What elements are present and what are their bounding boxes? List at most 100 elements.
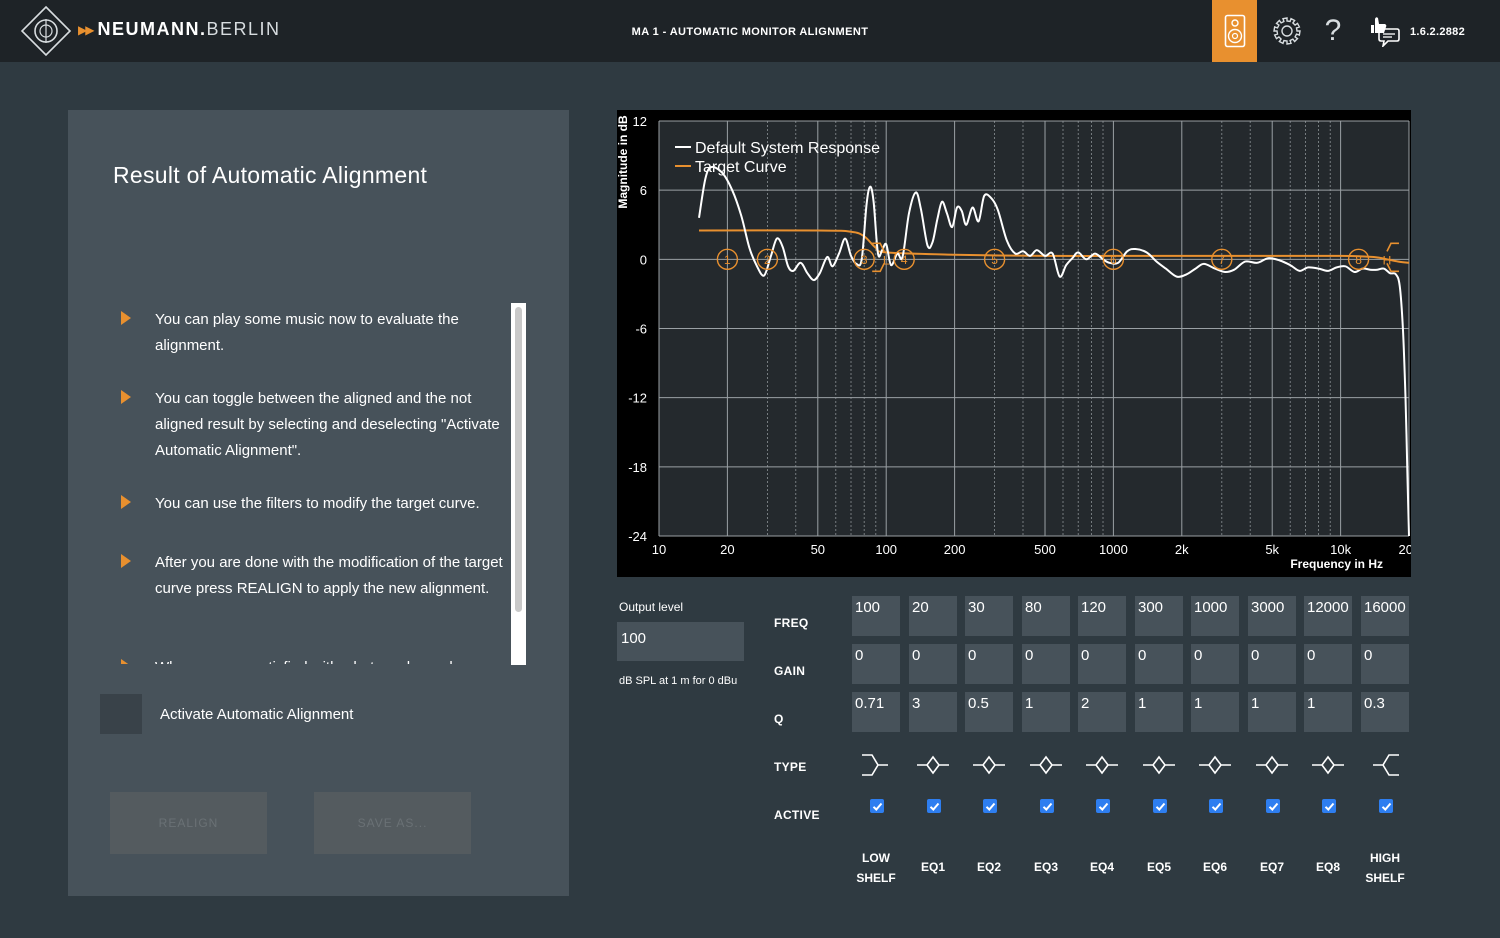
q-input[interactable]: 1 xyxy=(1191,692,1239,732)
brand-light: BERLIN xyxy=(206,19,281,39)
gain-input[interactable]: 0 xyxy=(909,644,957,684)
y-tick-label: -6 xyxy=(635,322,647,337)
active-checkbox[interactable] xyxy=(1096,799,1110,813)
bullet-arrow-icon xyxy=(121,390,131,404)
freq-input[interactable]: 12000 xyxy=(1304,596,1352,636)
freq-input[interactable]: 1000 xyxy=(1191,596,1239,636)
output-level-input[interactable]: 100 xyxy=(617,622,744,661)
eq-column-name: EQ6 xyxy=(1202,860,1227,874)
freq-input[interactable]: 20 xyxy=(909,596,957,636)
marker-label: 4 xyxy=(901,253,908,267)
gain-input[interactable]: 0 xyxy=(852,644,900,684)
gain-input[interactable]: 0 xyxy=(1361,644,1409,684)
gain-input[interactable]: 0 xyxy=(1135,644,1183,684)
bell-filter-icon[interactable] xyxy=(1248,750,1296,780)
freq-row-label: FREQ xyxy=(774,616,809,630)
q-input[interactable]: 2 xyxy=(1078,692,1126,732)
speaker-button[interactable] xyxy=(1212,0,1257,62)
eq-column-name: HIGH SHELF xyxy=(1365,851,1405,885)
bell-filter-icon[interactable] xyxy=(1191,750,1239,780)
low-shelf-filter-icon[interactable] xyxy=(852,750,900,780)
high-shelf-filter-icon[interactable] xyxy=(1361,750,1409,780)
bullet-arrow-icon xyxy=(121,495,131,509)
active-checkbox[interactable] xyxy=(1322,799,1336,813)
checkmark-icon xyxy=(1268,802,1278,811)
instruction-text: You can toggle between the aligned and t… xyxy=(155,390,500,459)
marker-label: 2 xyxy=(764,253,771,267)
freq-input[interactable]: 80 xyxy=(1022,596,1070,636)
checkmark-icon xyxy=(1042,802,1052,811)
gain-row-label: GAIN xyxy=(774,664,806,678)
save-as-button[interactable]: SAVE AS... xyxy=(314,792,471,854)
output-level-unit: dB SPL at 1 m for 0 dBu xyxy=(619,675,738,687)
scrollbar-thumb[interactable] xyxy=(515,307,522,612)
bell-filter-icon[interactable] xyxy=(1022,750,1070,780)
instruction-text: After you are done with the modification… xyxy=(155,554,503,597)
bell-filter-icon[interactable] xyxy=(1078,750,1126,780)
feedback-icon xyxy=(1371,17,1400,47)
x-tick-label: 20 xyxy=(720,542,734,557)
checkmark-icon xyxy=(1155,802,1165,811)
active-checkbox[interactable] xyxy=(983,799,997,813)
instructions-list[interactable]: You can play some music now to evaluate … xyxy=(113,302,513,664)
gear-icon xyxy=(1273,17,1301,45)
eq-column-name: EQ3 xyxy=(1033,860,1058,874)
active-checkbox[interactable] xyxy=(1266,799,1280,813)
eq-column-name: EQ4 xyxy=(1089,860,1114,874)
gain-input[interactable]: 0 xyxy=(1022,644,1070,684)
bullet-arrow-icon xyxy=(121,659,131,664)
freq-input[interactable]: 100 xyxy=(852,596,900,636)
gain-input[interactable]: 0 xyxy=(965,644,1013,684)
checkmark-icon xyxy=(1098,802,1108,811)
active-checkbox[interactable] xyxy=(870,799,884,813)
brand-bold: NEUMANN. xyxy=(97,19,207,39)
q-input[interactable]: 1 xyxy=(1304,692,1352,732)
freq-input[interactable]: 120 xyxy=(1078,596,1126,636)
freq-input[interactable]: 16000 xyxy=(1361,596,1409,636)
speaker-icon xyxy=(1224,14,1245,48)
active-checkbox[interactable] xyxy=(1153,799,1167,813)
active-checkbox[interactable] xyxy=(927,799,941,813)
neumann-logo-icon[interactable] xyxy=(20,5,72,57)
q-input[interactable]: 0.71 xyxy=(852,692,900,732)
q-input[interactable]: 1 xyxy=(1135,692,1183,732)
help-button[interactable]: ? xyxy=(1313,0,1353,62)
marker-label: 3 xyxy=(861,253,868,267)
q-input[interactable]: 1 xyxy=(1248,692,1296,732)
gain-input[interactable]: 0 xyxy=(1304,644,1352,684)
freq-input[interactable]: 30 xyxy=(965,596,1013,636)
freq-input[interactable]: 3000 xyxy=(1248,596,1296,636)
x-axis-label: Frequency in Hz xyxy=(1290,557,1383,571)
settings-button[interactable] xyxy=(1265,0,1309,62)
realign-button[interactable]: REALIGN xyxy=(110,792,267,854)
q-input[interactable]: 0.3 xyxy=(1361,692,1409,732)
bell-filter-icon[interactable] xyxy=(965,750,1013,780)
marker-label: 1 xyxy=(724,253,731,267)
eq-column-name: EQ7 xyxy=(1259,860,1284,874)
marker-label: H xyxy=(1383,253,1392,267)
x-tick-label: 500 xyxy=(1034,542,1056,557)
result-panel: Result of Automatic Alignment You can pl… xyxy=(68,110,569,896)
active-checkbox[interactable] xyxy=(1379,799,1393,813)
eq-column-name: EQ2 xyxy=(976,860,1001,874)
q-input[interactable]: 3 xyxy=(909,692,957,732)
freq-input[interactable]: 300 xyxy=(1135,596,1183,636)
bell-filter-icon[interactable] xyxy=(909,750,957,780)
gain-input[interactable]: 0 xyxy=(1078,644,1126,684)
frequency-response-plot[interactable]: 1260-6-12-18-2410 20 50 100 200 500 1000 2k 5k 10… xyxy=(617,110,1411,577)
bell-filter-icon[interactable] xyxy=(1304,750,1352,780)
q-input[interactable]: 1 xyxy=(1022,692,1070,732)
activate-alignment-checkbox[interactable] xyxy=(100,694,142,734)
feedback-button[interactable] xyxy=(1360,0,1406,62)
active-checkbox[interactable] xyxy=(1209,799,1223,813)
bell-filter-icon[interactable] xyxy=(1135,750,1183,780)
eq-column-name: EQ8 xyxy=(1315,860,1340,874)
activate-alignment-label[interactable]: Activate Automatic Alignment xyxy=(160,706,353,723)
q-input[interactable]: 0.5 xyxy=(965,692,1013,732)
gain-input[interactable]: 0 xyxy=(1191,644,1239,684)
active-checkbox[interactable] xyxy=(1040,799,1054,813)
instructions-scrollbar[interactable] xyxy=(511,303,526,665)
gain-input[interactable]: 0 xyxy=(1248,644,1296,684)
frequency-response-chart[interactable]: 12 6 0 -6 -12 -18 -24 10 20 50 100 200 500 1000 2k 5k 10… xyxy=(617,110,1411,577)
legend-label-target: Target Curve xyxy=(695,159,787,176)
